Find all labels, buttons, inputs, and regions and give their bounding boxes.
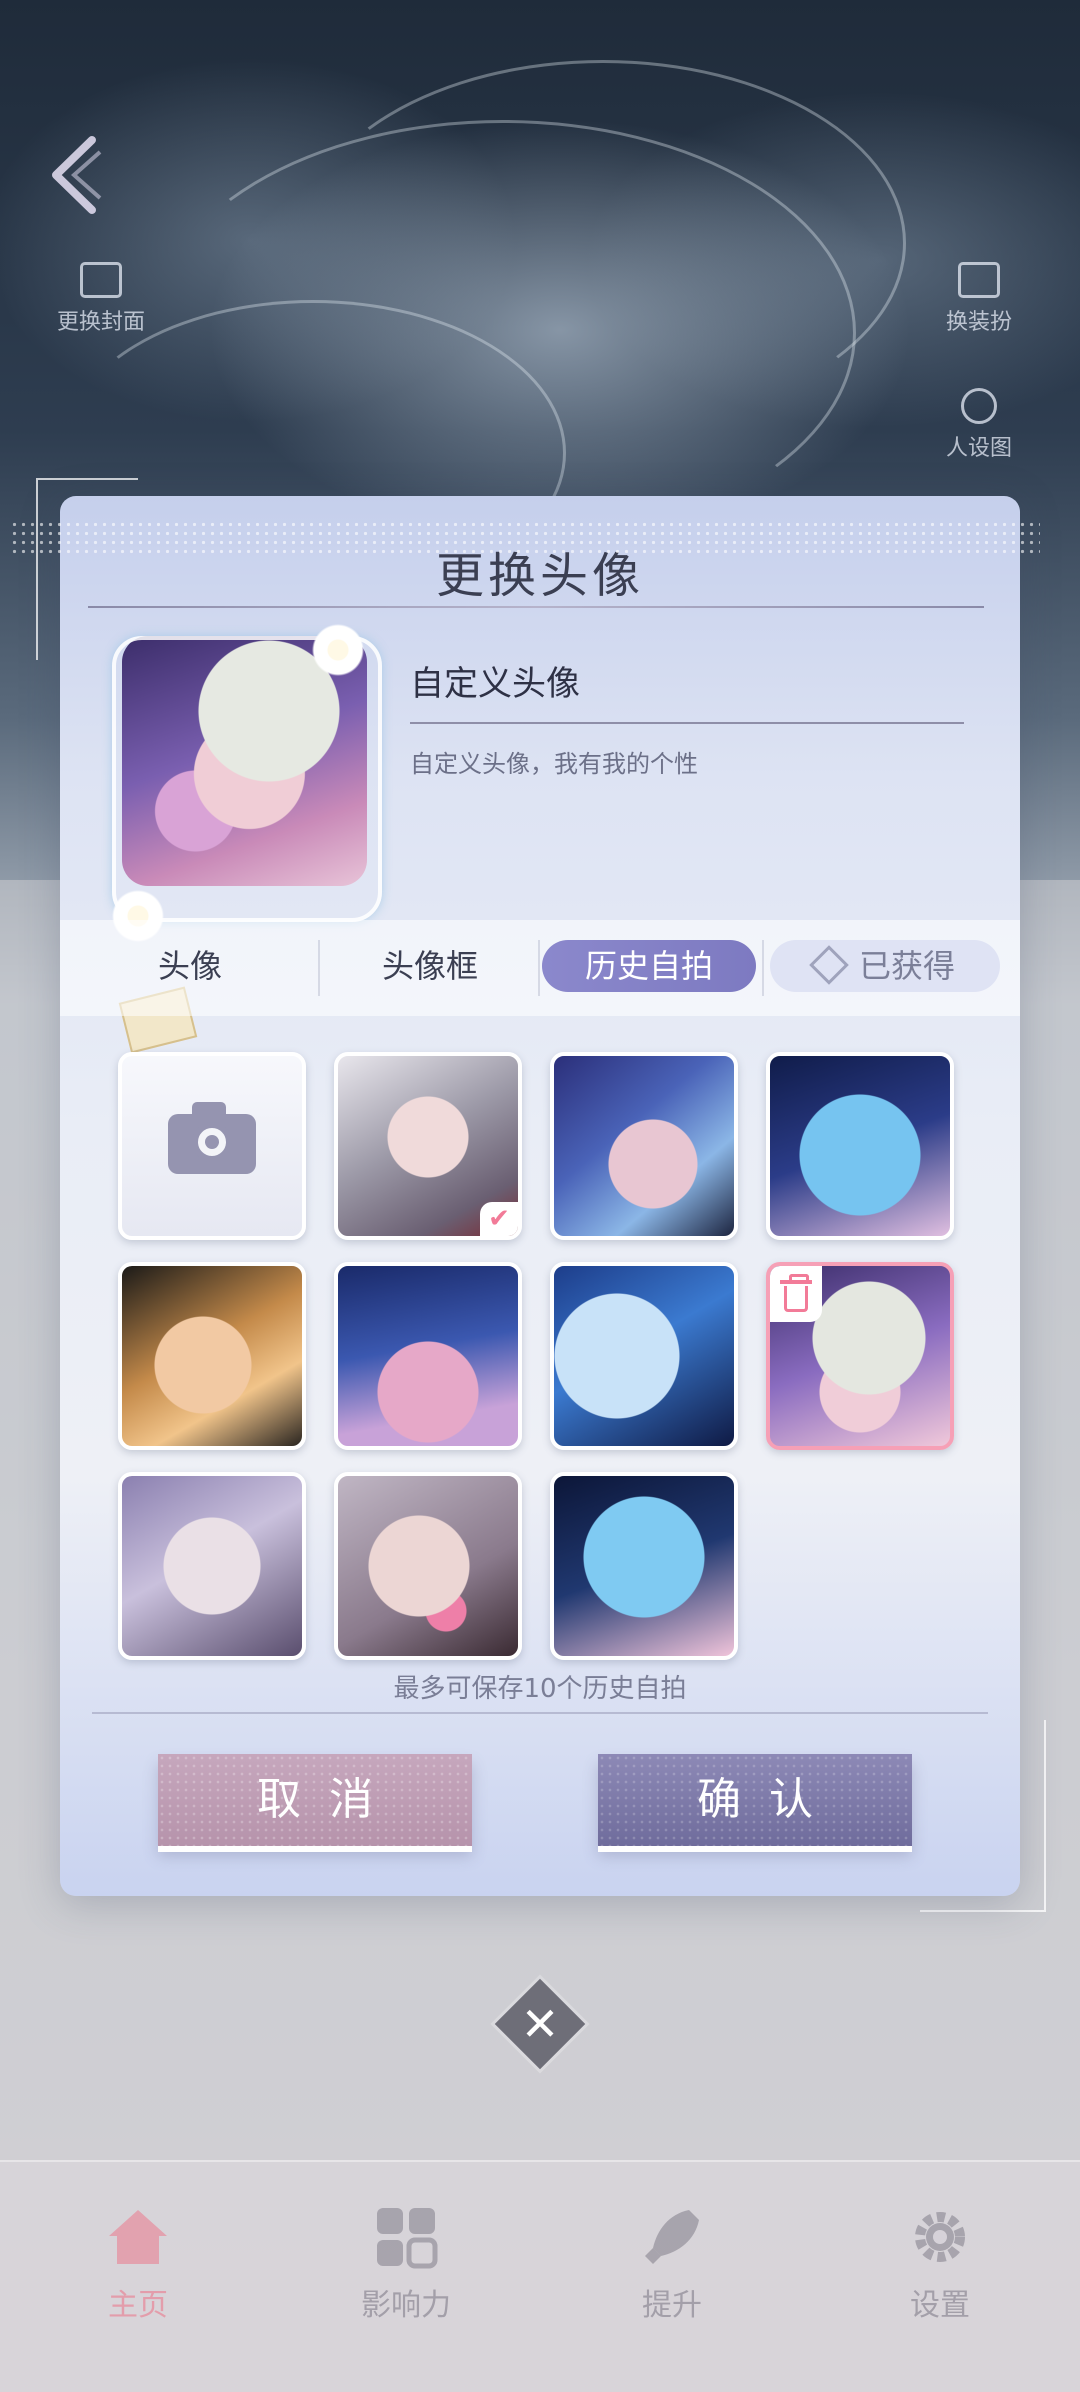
gear-icon [915,2212,965,2262]
history-selfie-item[interactable] [118,1472,306,1660]
tab-obtained[interactable]: 已获得 [770,940,1000,992]
dialog-dots-decoration [10,520,1040,556]
home-icon [109,2210,167,2264]
avatar-tabs: 头像 头像框 历史自拍 已获得 [60,920,1020,1016]
monitor-icon [958,262,1000,298]
custom-avatar-divider [410,722,964,724]
lily-flower-decoration [308,620,368,680]
character-card-button[interactable]: 人设图 [924,388,1034,462]
current-avatar [108,620,382,1054]
history-selfie-item[interactable] [550,1472,738,1660]
close-icon[interactable]: ✕ [508,1992,572,2056]
tab-avatar[interactable]: 头像 [100,940,280,992]
bottom-navigation: 主页 影响力 提升 设置 [0,2160,1080,2392]
nav-improve-label: 提升 [642,2288,702,2323]
tab-separator [318,940,320,996]
take-selfie-button[interactable] [118,1052,306,1240]
change-cover-label: 更换封面 [56,310,145,335]
tab-separator [538,940,540,996]
change-outfit-button[interactable]: 换装扮 [924,262,1034,336]
change-cover-button[interactable]: 更换封面 [46,262,156,336]
history-selfie-item[interactable]: ✔ [334,1052,522,1240]
save-limit-note: 最多可保存10个历史自拍 [393,1674,687,1704]
tab-obtained-label: 已获得 [858,947,955,985]
cancel-button[interactable]: 取消 [158,1754,472,1846]
history-selfie-item[interactable] [766,1052,954,1240]
history-selfie-item[interactable] [550,1262,738,1450]
history-selfie-item[interactable] [550,1052,738,1240]
note-divider [92,1712,988,1714]
check-icon: ✔ [480,1202,518,1236]
image-icon [80,262,122,298]
delete-button[interactable] [770,1266,822,1322]
nav-settings-label: 设置 [910,2288,970,2323]
nav-settings[interactable]: 设置 [870,2204,1010,2324]
camera-icon [192,1122,232,1162]
confirm-button[interactable]: 确认 [598,1754,912,1846]
diamond-icon [809,945,849,985]
character-card-label: 人设图 [945,436,1012,461]
grid-icon [377,2208,438,2269]
history-selfie-item[interactable] [118,1262,306,1450]
change-outfit-label: 换装扮 [945,310,1012,335]
trash-icon [784,1286,808,1312]
nav-improve[interactable]: 提升 [602,2204,742,2324]
tab-avatar-frame[interactable]: 头像框 [330,940,530,992]
trash-icon [780,1280,812,1284]
history-selfie-item[interactable] [334,1262,522,1450]
nav-influence[interactable]: 影响力 [336,2204,476,2324]
title-divider [88,606,984,608]
nav-home-label: 主页 [108,2288,168,2323]
custom-avatar-title: 自定义头像 [410,664,580,704]
history-selfie-item[interactable] [334,1472,522,1660]
tab-separator [762,940,764,996]
change-avatar-dialog: 更换头像 自定义头像 自定义头像，我有我的个性 头像 头像框 历史自拍 已获得 … [60,496,1020,1896]
rocket-icon [645,2210,699,2264]
history-selfie-item-selected[interactable] [766,1262,954,1450]
nav-influence-label: 影响力 [361,2288,451,2323]
custom-avatar-description: 自定义头像，我有我的个性 [410,750,698,778]
tab-history-selfie[interactable]: 历史自拍 [542,940,756,992]
person-icon [961,388,997,424]
back-arrow-icon[interactable] [40,130,110,220]
nav-home[interactable]: 主页 [68,2204,208,2324]
